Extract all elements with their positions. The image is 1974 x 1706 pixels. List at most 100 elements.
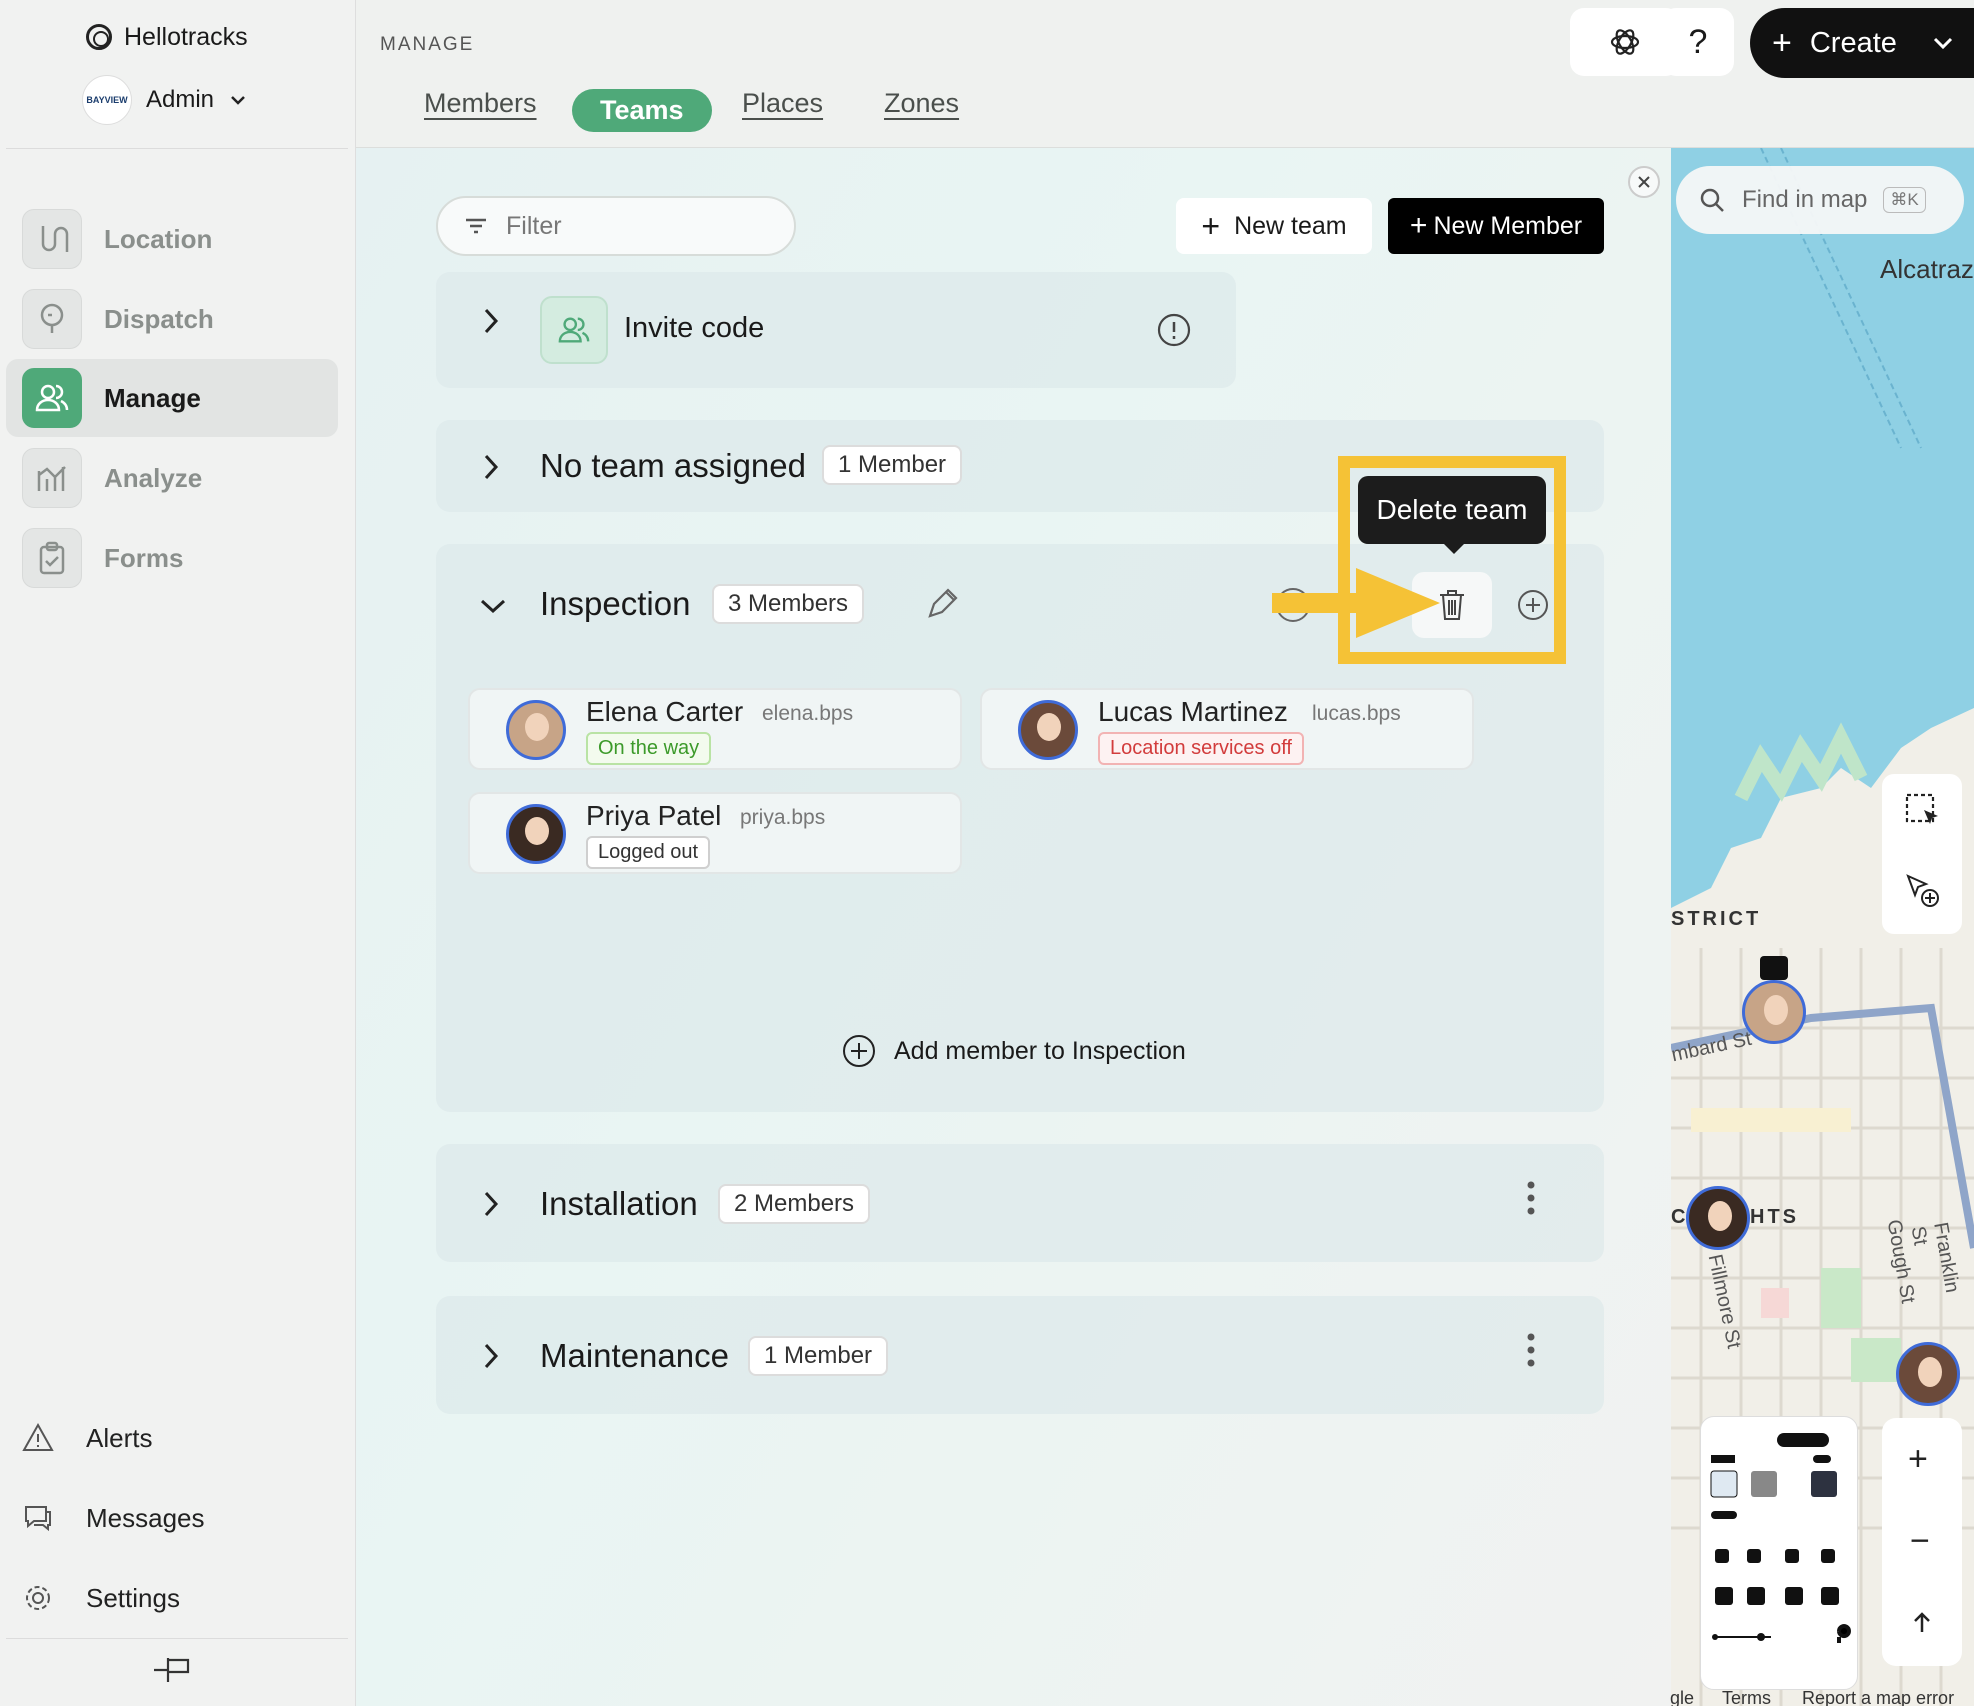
chevron-right-icon[interactable] xyxy=(480,306,502,343)
map-terms-link[interactable]: Terms xyxy=(1722,1688,1771,1706)
map-layers-panel[interactable] xyxy=(1700,1416,1858,1690)
route-icon xyxy=(22,209,82,269)
pin-collapse-icon[interactable] xyxy=(152,1652,192,1693)
new-team-label: New team xyxy=(1234,211,1347,240)
tab-teams[interactable]: Teams xyxy=(572,89,712,132)
add-circle-icon xyxy=(843,1035,875,1067)
warning-icon xyxy=(22,1422,54,1451)
tab-zones[interactable]: Zones xyxy=(884,88,959,119)
sidebar-item-settings[interactable]: Settings xyxy=(22,1568,180,1628)
tab-members[interactable]: Members xyxy=(424,88,537,119)
avatar xyxy=(1018,700,1078,760)
chevron-down-icon[interactable] xyxy=(478,592,508,624)
filter-input[interactable]: Filter xyxy=(436,196,796,256)
zoom-in-button[interactable]: + xyxy=(1908,1440,1928,1479)
add-member-label: Add member to Inspection xyxy=(894,1036,1186,1065)
info-icon[interactable] xyxy=(1156,312,1192,353)
team-name: Maintenance xyxy=(540,1337,729,1374)
account-switcher[interactable]: BAYVIEW Admin xyxy=(82,74,248,126)
team-name: Inspection xyxy=(540,585,691,622)
member-name: Elena Carter xyxy=(586,696,744,727)
create-button[interactable]: + Create xyxy=(1750,8,1974,78)
map-search-placeholder: Find in map xyxy=(1742,186,1868,213)
map-search-input[interactable]: Find in map ⌘K xyxy=(1676,166,1964,234)
sidebar-item-analyze[interactable]: Analyze xyxy=(6,439,338,517)
dispatch-icon xyxy=(22,289,82,349)
chevron-down-icon xyxy=(231,96,245,105)
sidebar-divider xyxy=(6,1638,348,1639)
close-panel-button[interactable] xyxy=(1628,166,1660,198)
avatar xyxy=(506,804,566,864)
chevron-right-icon[interactable] xyxy=(480,1189,502,1226)
brand-name: Hellotracks xyxy=(124,22,248,51)
map-label: STRICT xyxy=(1671,908,1762,930)
pencil-icon[interactable] xyxy=(924,586,960,627)
member-username: lucas.bps xyxy=(1312,702,1401,725)
account-name: Admin xyxy=(146,86,215,113)
invite-code-label: Invite code xyxy=(624,312,765,344)
member-count-badge: 3 Members xyxy=(712,584,865,624)
new-member-button[interactable]: + New Member xyxy=(1388,198,1604,254)
sidebar-item-dispatch[interactable]: Dispatch xyxy=(6,280,338,358)
sidebar-item-location[interactable]: Location xyxy=(6,200,338,278)
account-avatar: BAYVIEW xyxy=(82,75,132,125)
chevron-right-icon[interactable] xyxy=(480,452,502,489)
search-icon xyxy=(1700,188,1724,212)
north-arrow-icon[interactable] xyxy=(1910,1610,1934,1639)
member-card[interactable]: Lucas Martinez lucas.bps Location servic… xyxy=(980,688,1474,770)
shortcut-hint: ⌘K xyxy=(1883,187,1926,213)
new-team-button[interactable]: + New team xyxy=(1176,198,1372,254)
plus-icon: + xyxy=(1772,23,1792,62)
member-name: Priya Patel xyxy=(586,800,722,831)
close-icon xyxy=(1638,176,1650,188)
create-label: Create xyxy=(1809,26,1897,59)
select-area-icon[interactable] xyxy=(1904,792,1942,835)
avatar xyxy=(506,700,566,760)
chevron-right-icon[interactable] xyxy=(480,1341,502,1378)
team-name: Installation xyxy=(540,1185,698,1222)
sidebar-item-forms[interactable]: Forms xyxy=(6,519,338,597)
zoom-out-button[interactable]: − xyxy=(1910,1522,1930,1561)
clipboard-icon xyxy=(22,528,82,588)
map-member-marker[interactable] xyxy=(1896,1342,1960,1406)
sidebar-item-manage[interactable]: Manage xyxy=(6,359,338,437)
help-label: ? xyxy=(1688,22,1708,61)
member-card[interactable]: Elena Carter elena.bps On the way xyxy=(468,688,962,770)
more-vertical-icon[interactable] xyxy=(1526,1332,1536,1377)
tooltip-label: Delete team xyxy=(1376,494,1528,525)
map-member-marker[interactable] xyxy=(1742,980,1806,1044)
map-label: HTS xyxy=(1750,1206,1799,1228)
help-button[interactable]: ? xyxy=(1662,8,1734,76)
status-badge: Location services off xyxy=(1098,732,1304,765)
sidebar-item-label: Forms xyxy=(104,542,184,573)
map-report-error-link[interactable]: Report a map error xyxy=(1802,1688,1954,1706)
tab-places[interactable]: Places xyxy=(742,88,823,119)
status-badge: Logged out xyxy=(586,836,711,869)
member-count-badge: 1 Member xyxy=(748,1336,889,1376)
map-label: Alcatraz xyxy=(1880,254,1974,284)
plus-icon: + xyxy=(1201,207,1221,244)
status-badge: On the way xyxy=(586,732,712,765)
member-count-badge: 2 Members xyxy=(718,1184,871,1224)
member-username: priya.bps xyxy=(740,806,826,829)
sidebar-item-alerts[interactable]: Alerts xyxy=(22,1408,152,1468)
new-member-label: New Member xyxy=(1433,211,1583,240)
users-icon xyxy=(540,296,608,364)
member-username: elena.bps xyxy=(762,702,854,725)
more-vertical-icon[interactable] xyxy=(1526,1180,1536,1225)
sidebar-item-messages[interactable]: Messages xyxy=(22,1488,205,1548)
delete-team-tooltip: Delete team xyxy=(1358,476,1546,554)
member-card[interactable]: Priya Patel priya.bps Logged out xyxy=(468,792,962,874)
member-count-badge: 1 Member xyxy=(822,445,963,485)
sidebar-item-label: Messages xyxy=(86,1502,205,1533)
brand[interactable]: Hellotracks xyxy=(86,20,248,54)
add-member-button[interactable]: Add member to Inspection xyxy=(842,1034,1186,1068)
member-name: Lucas Martinez xyxy=(1098,696,1288,727)
map-member-marker[interactable] xyxy=(1686,1186,1750,1250)
chevron-down-icon xyxy=(1933,37,1952,50)
filter-icon xyxy=(466,218,486,234)
layers-panel-preview-icon xyxy=(1710,1433,1851,1643)
add-point-icon[interactable] xyxy=(1904,872,1942,915)
team-name: No team assigned xyxy=(540,447,806,484)
sidebar-item-label: Dispatch xyxy=(104,303,214,334)
